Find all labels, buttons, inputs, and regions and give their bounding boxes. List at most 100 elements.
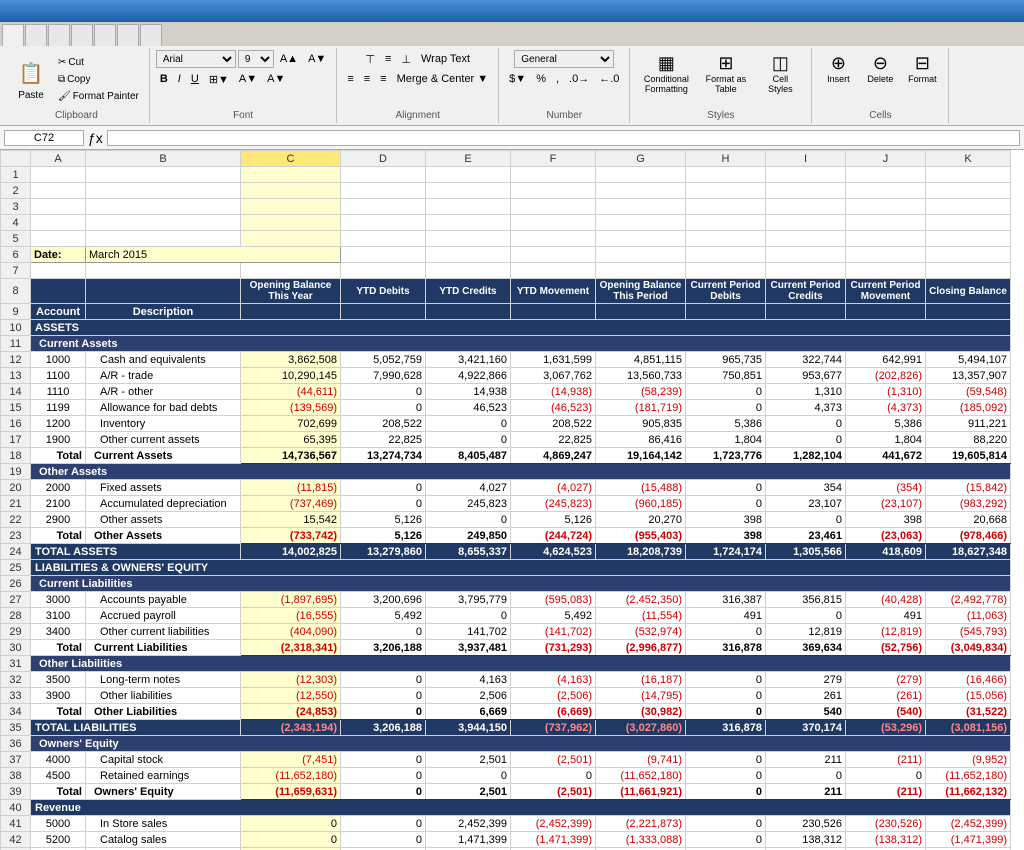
table-cell[interactable]: (737,962) xyxy=(511,720,596,736)
table-cell[interactable]: 211 xyxy=(766,784,846,800)
table-cell[interactable]: 20,668 xyxy=(926,512,1011,528)
table-cell[interactable]: (14,795) xyxy=(596,688,686,704)
table-cell[interactable]: (16,466) xyxy=(926,672,1011,688)
table-cell[interactable]: A/R - other xyxy=(86,384,241,400)
table-cell[interactable]: 911,221 xyxy=(926,416,1011,432)
table-cell[interactable]: (11,662,132) xyxy=(926,784,1011,800)
table-cell[interactable] xyxy=(241,167,341,183)
table-cell[interactable]: In Store sales xyxy=(86,816,241,832)
table-cell[interactable]: (24,853) xyxy=(241,704,341,720)
table-cell[interactable]: Current Assets xyxy=(86,448,241,464)
table-cell[interactable]: 2000 xyxy=(31,480,86,496)
table-cell[interactable]: Owners' Equity xyxy=(86,784,241,800)
table-cell[interactable]: Accounts payable xyxy=(86,592,241,608)
bold-button[interactable]: B xyxy=(156,70,172,88)
table-cell[interactable]: (532,974) xyxy=(596,624,686,640)
table-cell[interactable]: 1,723,776 xyxy=(686,448,766,464)
table-cell[interactable] xyxy=(846,167,926,183)
table-cell[interactable]: 1100 xyxy=(31,368,86,384)
table-cell[interactable]: 398 xyxy=(686,528,766,544)
table-cell[interactable]: (46,523) xyxy=(511,400,596,416)
table-cell[interactable]: 1200 xyxy=(31,416,86,432)
table-cell[interactable] xyxy=(596,231,686,247)
table-cell[interactable]: 3,206,188 xyxy=(341,720,426,736)
table-cell[interactable]: 702,699 xyxy=(241,416,341,432)
table-cell[interactable] xyxy=(596,167,686,183)
table-cell[interactable]: 0 xyxy=(686,832,766,848)
table-cell[interactable]: Closing Balance xyxy=(926,279,1011,304)
table-cell[interactable]: (540) xyxy=(846,704,926,720)
table-cell[interactable]: 4,027 xyxy=(426,480,511,496)
table-cell[interactable] xyxy=(686,167,766,183)
tab-data[interactable] xyxy=(94,24,116,46)
table-cell[interactable] xyxy=(766,304,846,320)
table-cell[interactable] xyxy=(766,231,846,247)
table-cell[interactable]: (12,303) xyxy=(241,672,341,688)
table-cell[interactable]: 0 xyxy=(426,416,511,432)
table-cell[interactable]: 3400 xyxy=(31,624,86,640)
bottom-align-button[interactable]: ⊥ xyxy=(397,50,415,68)
table-cell[interactable]: (2,452,350) xyxy=(596,592,686,608)
table-cell[interactable]: 4,163 xyxy=(426,672,511,688)
table-cell[interactable] xyxy=(31,215,86,231)
table-cell[interactable]: 3000 xyxy=(31,592,86,608)
table-cell[interactable]: 2,501 xyxy=(426,752,511,768)
table-cell[interactable] xyxy=(596,183,686,199)
table-cell[interactable]: (30,982) xyxy=(596,704,686,720)
table-cell[interactable]: 0 xyxy=(341,752,426,768)
table-cell[interactable]: 15,542 xyxy=(241,512,341,528)
table-cell[interactable]: Inventory xyxy=(86,416,241,432)
table-cell[interactable] xyxy=(596,215,686,231)
table-cell[interactable]: 0 xyxy=(766,432,846,448)
tab-formulas[interactable] xyxy=(71,24,93,46)
table-cell[interactable]: 3,944,150 xyxy=(426,720,511,736)
table-cell[interactable]: 4,373 xyxy=(766,400,846,416)
font-color-button[interactable]: A▼ xyxy=(263,70,289,88)
table-cell[interactable]: Total xyxy=(31,704,86,720)
table-cell[interactable]: YTD Credits xyxy=(426,279,511,304)
table-cell[interactable]: (6,669) xyxy=(511,704,596,720)
table-cell[interactable]: Cash and equivalents xyxy=(86,352,241,368)
table-cell[interactable]: (4,163) xyxy=(511,672,596,688)
table-cell[interactable] xyxy=(31,263,86,279)
table-cell[interactable]: (53,296) xyxy=(846,720,926,736)
table-cell[interactable]: 5,494,107 xyxy=(926,352,1011,368)
table-cell[interactable]: 2,501 xyxy=(426,784,511,800)
table-cell[interactable]: Catalog sales xyxy=(86,832,241,848)
table-cell[interactable]: 18,627,348 xyxy=(926,544,1011,560)
table-cell[interactable]: 4500 xyxy=(31,768,86,784)
table-cell[interactable]: 398 xyxy=(846,512,926,528)
format-as-table-button[interactable]: ⊞ Format as Table xyxy=(698,50,753,97)
table-cell[interactable]: (2,221,873) xyxy=(596,816,686,832)
col-header-c[interactable]: C xyxy=(241,151,341,167)
table-cell[interactable]: (11,815) xyxy=(241,480,341,496)
table-cell[interactable]: 2,506 xyxy=(426,688,511,704)
table-cell[interactable]: (279) xyxy=(846,672,926,688)
table-cell[interactable] xyxy=(31,183,86,199)
table-cell[interactable]: Long-term notes xyxy=(86,672,241,688)
table-cell[interactable]: 0 xyxy=(766,512,846,528)
table-cell[interactable]: (15,488) xyxy=(596,480,686,496)
table-cell[interactable]: 0 xyxy=(846,768,926,784)
table-cell[interactable] xyxy=(596,247,686,263)
table-cell[interactable]: 19,605,814 xyxy=(926,448,1011,464)
table-cell[interactable]: 279 xyxy=(766,672,846,688)
table-cell[interactable]: 86,416 xyxy=(596,432,686,448)
table-cell[interactable] xyxy=(596,304,686,320)
table-cell[interactable]: 0 xyxy=(766,416,846,432)
table-cell[interactable]: 1,804 xyxy=(686,432,766,448)
table-cell[interactable] xyxy=(846,199,926,215)
table-cell[interactable]: 5,386 xyxy=(686,416,766,432)
table-cell[interactable]: 1,282,104 xyxy=(766,448,846,464)
table-cell[interactable]: 0 xyxy=(766,608,846,624)
table-cell[interactable] xyxy=(241,199,341,215)
table-cell[interactable]: 3500 xyxy=(31,672,86,688)
decrease-decimal-button[interactable]: ←.0 xyxy=(595,70,623,88)
increase-decimal-button[interactable]: .0→ xyxy=(565,70,593,88)
table-cell[interactable] xyxy=(31,231,86,247)
table-cell[interactable]: 953,677 xyxy=(766,368,846,384)
table-cell[interactable]: 0 xyxy=(341,496,426,512)
table-cell[interactable]: 208,522 xyxy=(511,416,596,432)
table-cell[interactable]: Current PeriodMovement xyxy=(846,279,926,304)
table-cell[interactable]: (11,554) xyxy=(596,608,686,624)
